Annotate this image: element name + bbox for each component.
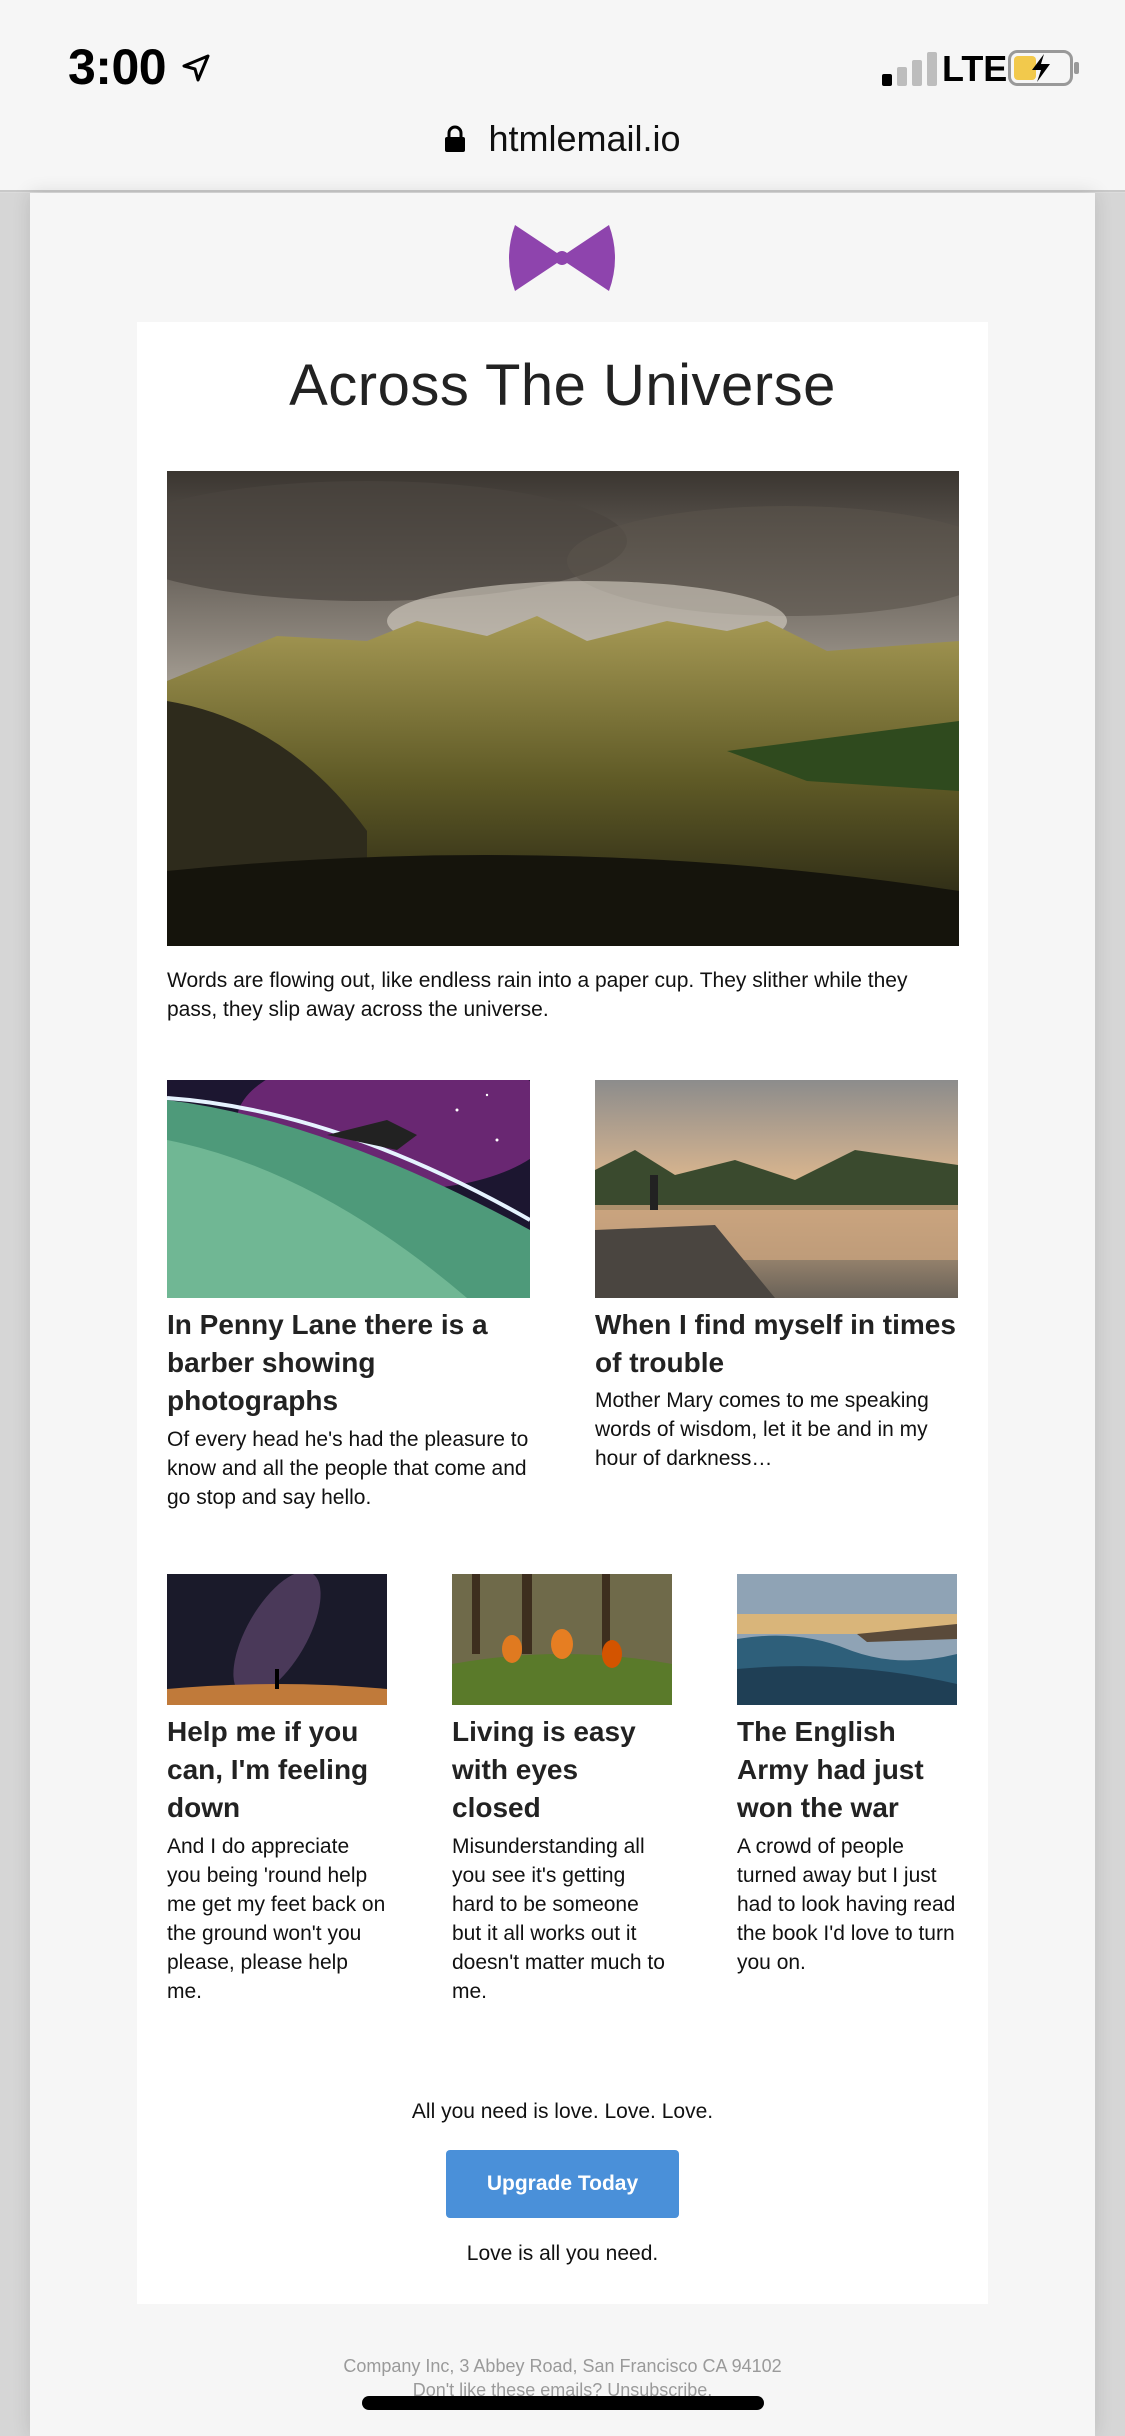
upgrade-button[interactable]: Upgrade Today <box>446 2150 679 2218</box>
status-time: 3:00 <box>68 39 167 95</box>
column-text: And I do appreciate you being 'round hel… <box>167 1835 386 2003</box>
url-text: htmlemail.io <box>488 118 681 159</box>
lock-icon <box>445 125 466 152</box>
signal-bars-icon <box>882 52 937 86</box>
address-bar[interactable]: htmlemail.io <box>0 118 1125 160</box>
hero-image <box>167 471 959 946</box>
lead-paragraph: Words are flowing out, like endless rain… <box>167 969 908 1021</box>
home-indicator[interactable] <box>362 2396 764 2410</box>
cta-outro-text: Love is all you need. <box>466 2242 659 2265</box>
column-text: Mother Mary comes to me speaking words o… <box>595 1389 929 1470</box>
column-title: In Penny Lane there is a barber showing … <box>167 1309 488 1416</box>
footer-address: Company Inc, 3 Abbey Road, San Francisco… <box>343 2356 782 2376</box>
browser-chrome: 3:00 LTE htmlemail.io <box>0 0 1125 192</box>
column-text: Of every head he's had the pleasure to k… <box>167 1428 529 1509</box>
cta-intro-text: All you need is love. Love. Love. <box>411 2100 714 2123</box>
column-image-aurora <box>167 1080 530 1298</box>
email-card: Across The Universe Words are flowing ou… <box>137 322 988 2304</box>
column-title: Help me if you can, I'm feeling down <box>167 1716 369 1823</box>
column-title: When I find myself in times of trouble <box>595 1309 956 1378</box>
column-image-lake <box>595 1080 958 1298</box>
column-image-wave <box>737 1574 957 1705</box>
column-title: The English Army had just won the war <box>737 1716 924 1823</box>
network-type: LTE <box>942 48 1008 89</box>
bow-tie-logo[interactable] <box>507 225 617 291</box>
battery-charging-icon <box>1008 50 1079 86</box>
column-text: Misunderstanding all you see it's gettin… <box>452 1835 665 2003</box>
email-title: Across The Universe <box>289 353 836 418</box>
column-text: A crowd of people turned away but I just… <box>737 1835 956 1974</box>
column-title: Living is easy with eyes closed <box>452 1716 636 1823</box>
column-image-stars <box>167 1574 387 1705</box>
column-image-tulips <box>452 1574 672 1705</box>
location-arrow-icon <box>182 54 210 82</box>
